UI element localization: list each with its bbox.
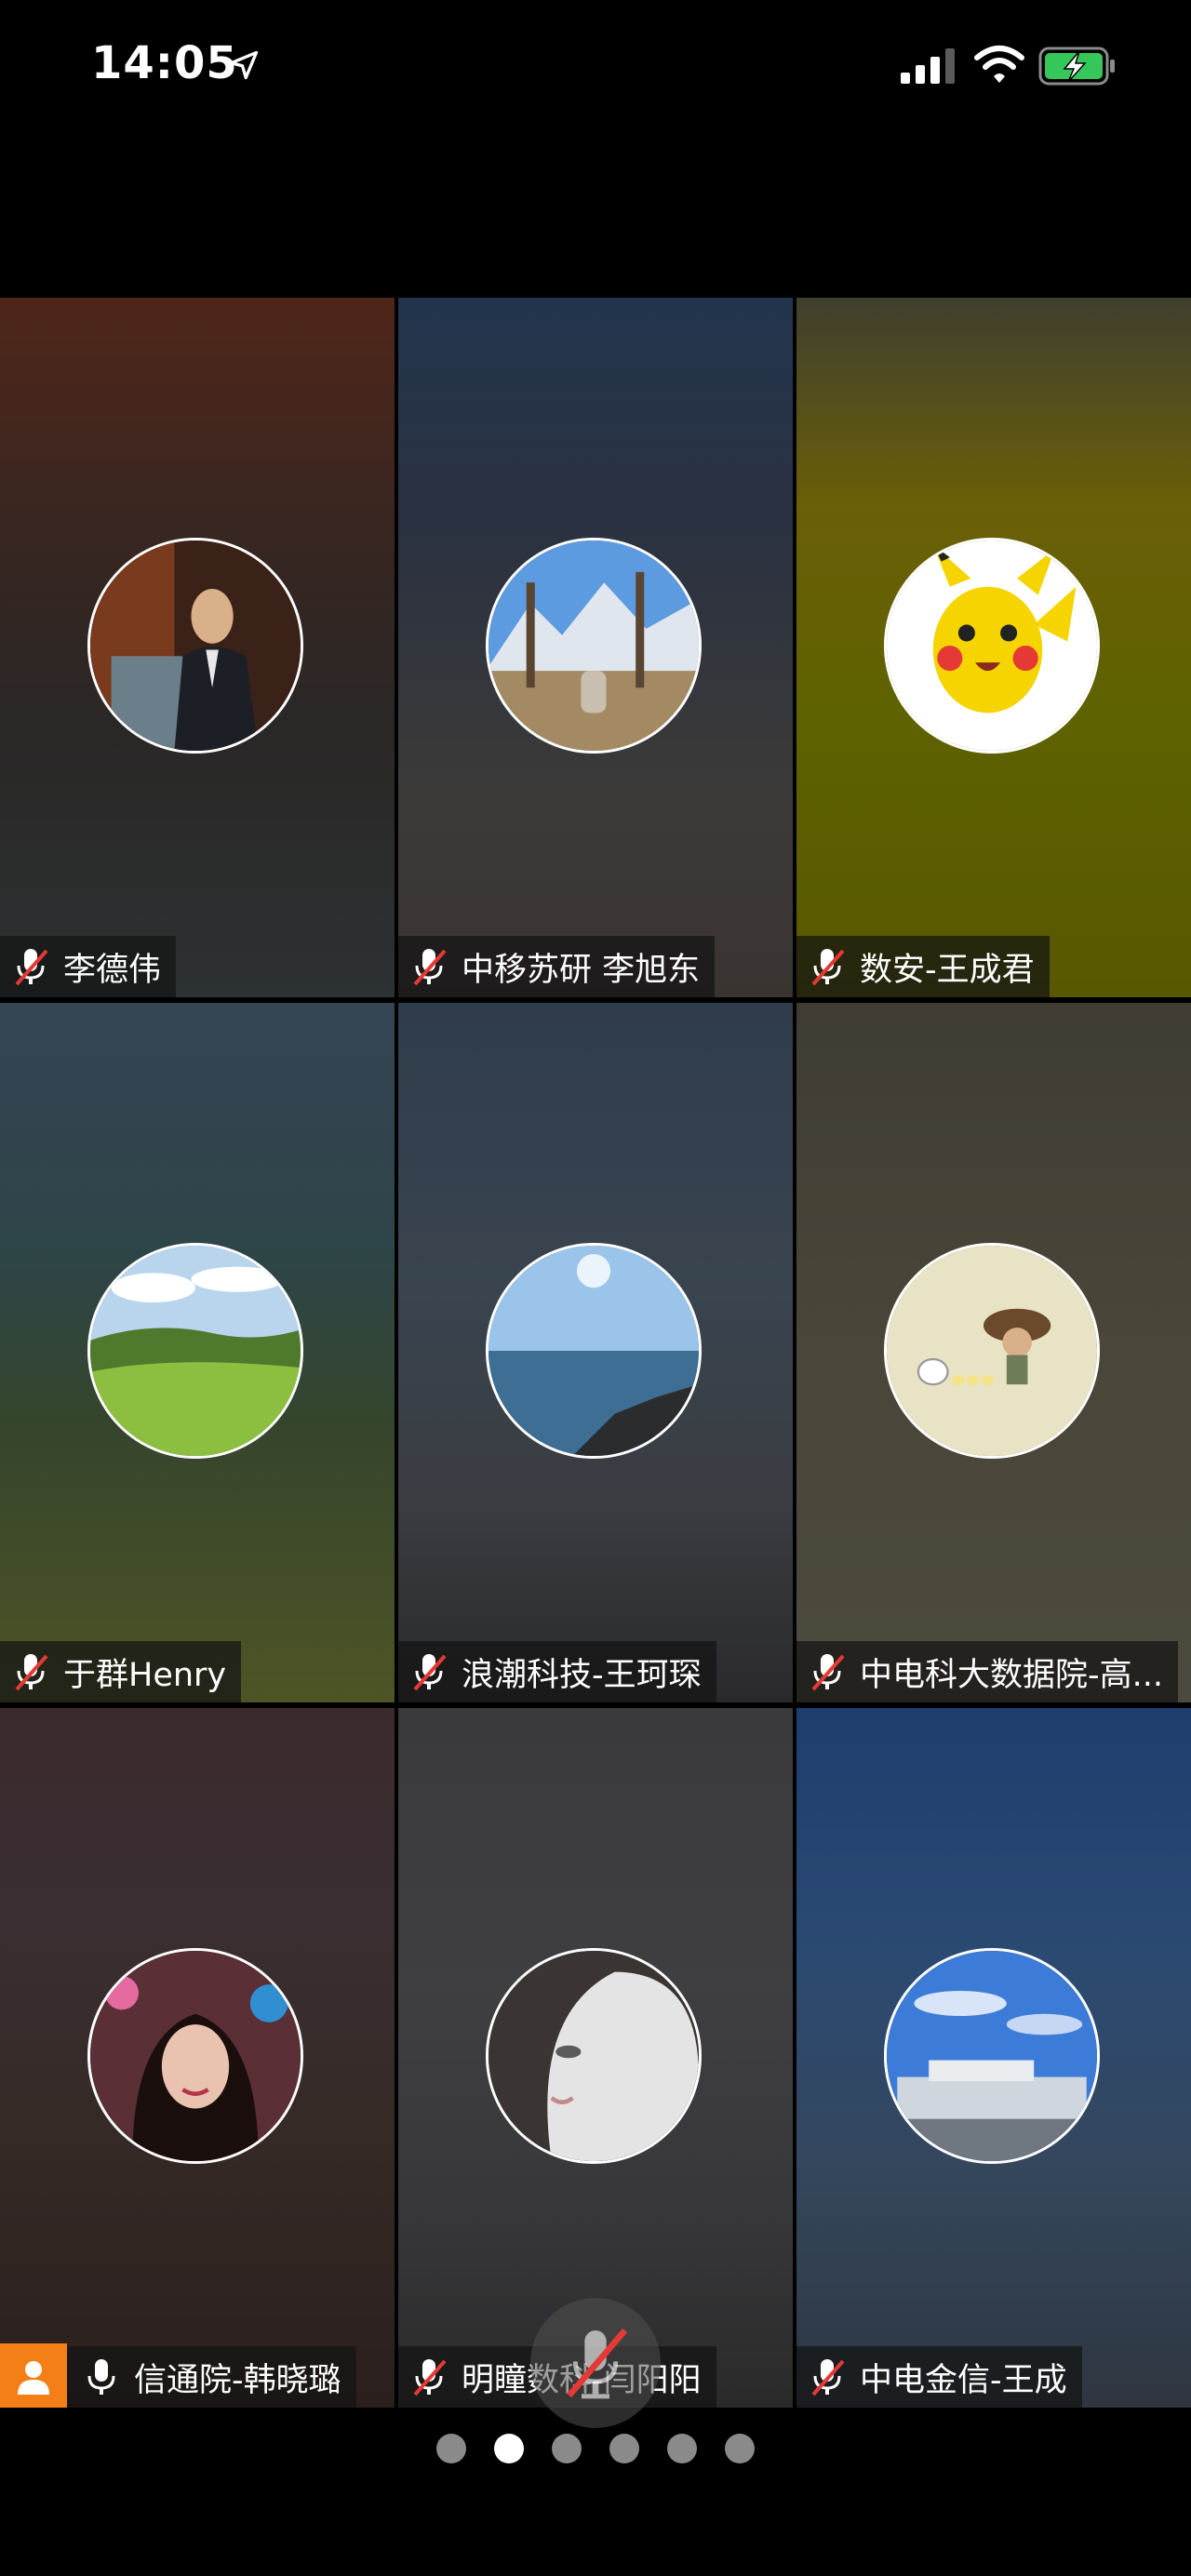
participant-name: 李德伟 xyxy=(63,951,162,989)
participant-avatar xyxy=(486,1243,702,1459)
mic-muted-icon xyxy=(811,2359,845,2396)
mic-muted-icon xyxy=(15,949,48,986)
mic-muted-icon xyxy=(413,2359,447,2396)
avatar-image xyxy=(488,541,699,751)
participant-avatar xyxy=(87,1948,303,2164)
participant-avatar xyxy=(884,538,1100,754)
page-dot[interactable] xyxy=(725,2434,755,2463)
participant-name-bar: 信通院-韩晓璐 xyxy=(0,2343,356,2408)
participant-avatar xyxy=(87,538,303,754)
avatar-image xyxy=(887,1951,1097,2161)
mic-muted-icon xyxy=(413,1654,447,1691)
battery-charging-icon xyxy=(1038,47,1115,86)
participant-name: 于群Henry xyxy=(63,1656,227,1694)
participant-avatar xyxy=(486,538,702,754)
person-icon xyxy=(18,2361,49,2395)
participant-tile[interactable]: 信通院-韩晓璐 xyxy=(0,1708,395,2408)
mic-muted-icon xyxy=(811,1654,845,1691)
participant-tile[interactable]: 于群Henry xyxy=(0,1003,395,1702)
participant-tile[interactable]: 中电金信-王成 xyxy=(796,1708,1191,2408)
avatar-image xyxy=(887,1246,1097,1456)
participant-name-bar: 于群Henry xyxy=(0,1641,242,1702)
participant-name: 数安-王成君 xyxy=(860,951,1035,989)
avatar-image xyxy=(90,1246,301,1456)
participant-tile[interactable]: 中移苏研 李旭东 xyxy=(398,298,793,997)
page-dot[interactable] xyxy=(552,2434,582,2463)
mic-muted-icon xyxy=(413,949,447,986)
participant-name: 信通院-韩晓璐 xyxy=(134,2361,341,2399)
participant-name: 浪潮科技-王珂琛 xyxy=(462,1656,702,1694)
status-time: 14:05 xyxy=(91,37,238,89)
participant-tile[interactable]: 浪潮科技-王珂琛 xyxy=(398,1003,793,1702)
page-dot[interactable] xyxy=(667,2434,697,2463)
host-badge xyxy=(0,2343,67,2408)
mic-muted-icon xyxy=(567,2328,628,2399)
participant-name: 中移苏研 李旭东 xyxy=(462,951,701,989)
participant-name-bar: 中电科大数据院-高... xyxy=(796,1641,1178,1702)
page-indicator xyxy=(0,2434,1191,2471)
avatar-image xyxy=(488,1951,699,2161)
participant-name: 中电金信-王成 xyxy=(860,2361,1067,2399)
avatar-image xyxy=(90,541,301,751)
status-bar: 14:05 xyxy=(0,0,1191,140)
participant-name-bar: 李德伟 xyxy=(0,936,177,997)
participant-name: 中电科大数据院-高... xyxy=(860,1656,1163,1694)
participant-tile[interactable]: 李德伟 xyxy=(0,298,395,997)
participant-grid: 李德伟 中移苏研 李旭东 数安-王成君 于群Henry 浪潮科技-王珂琛 中电科… xyxy=(0,298,1191,2408)
cellular-signal-icon xyxy=(901,48,955,84)
participant-avatar xyxy=(87,1243,303,1459)
participant-avatar xyxy=(486,1948,702,2164)
participant-avatar xyxy=(884,1243,1100,1459)
page-dot[interactable] xyxy=(609,2434,639,2463)
avatar-image xyxy=(90,1951,301,2161)
avatar-image xyxy=(488,1246,699,1456)
participant-name-bar: 数安-王成君 xyxy=(796,936,1050,997)
participant-name-bar: 中电金信-王成 xyxy=(796,2346,1082,2408)
participant-tile[interactable]: 数安-王成君 xyxy=(796,298,1191,997)
page-dot-active[interactable] xyxy=(494,2434,524,2463)
mic-muted-icon xyxy=(811,949,845,986)
participant-name-bar: 中移苏研 李旭东 xyxy=(398,936,716,997)
mic-muted-icon xyxy=(15,1654,48,1691)
participant-avatar xyxy=(884,1948,1100,2164)
wifi-icon xyxy=(974,46,1024,83)
page-dot[interactable] xyxy=(436,2434,466,2463)
participant-name-bar: 浪潮科技-王珂琛 xyxy=(398,1641,716,1702)
avatar-image xyxy=(887,541,1097,751)
participant-tile[interactable]: 中电科大数据院-高... xyxy=(796,1003,1191,1702)
location-arrow-icon xyxy=(229,50,259,80)
mic-on-icon xyxy=(87,2359,115,2395)
mute-toggle-button[interactable] xyxy=(530,2298,661,2428)
